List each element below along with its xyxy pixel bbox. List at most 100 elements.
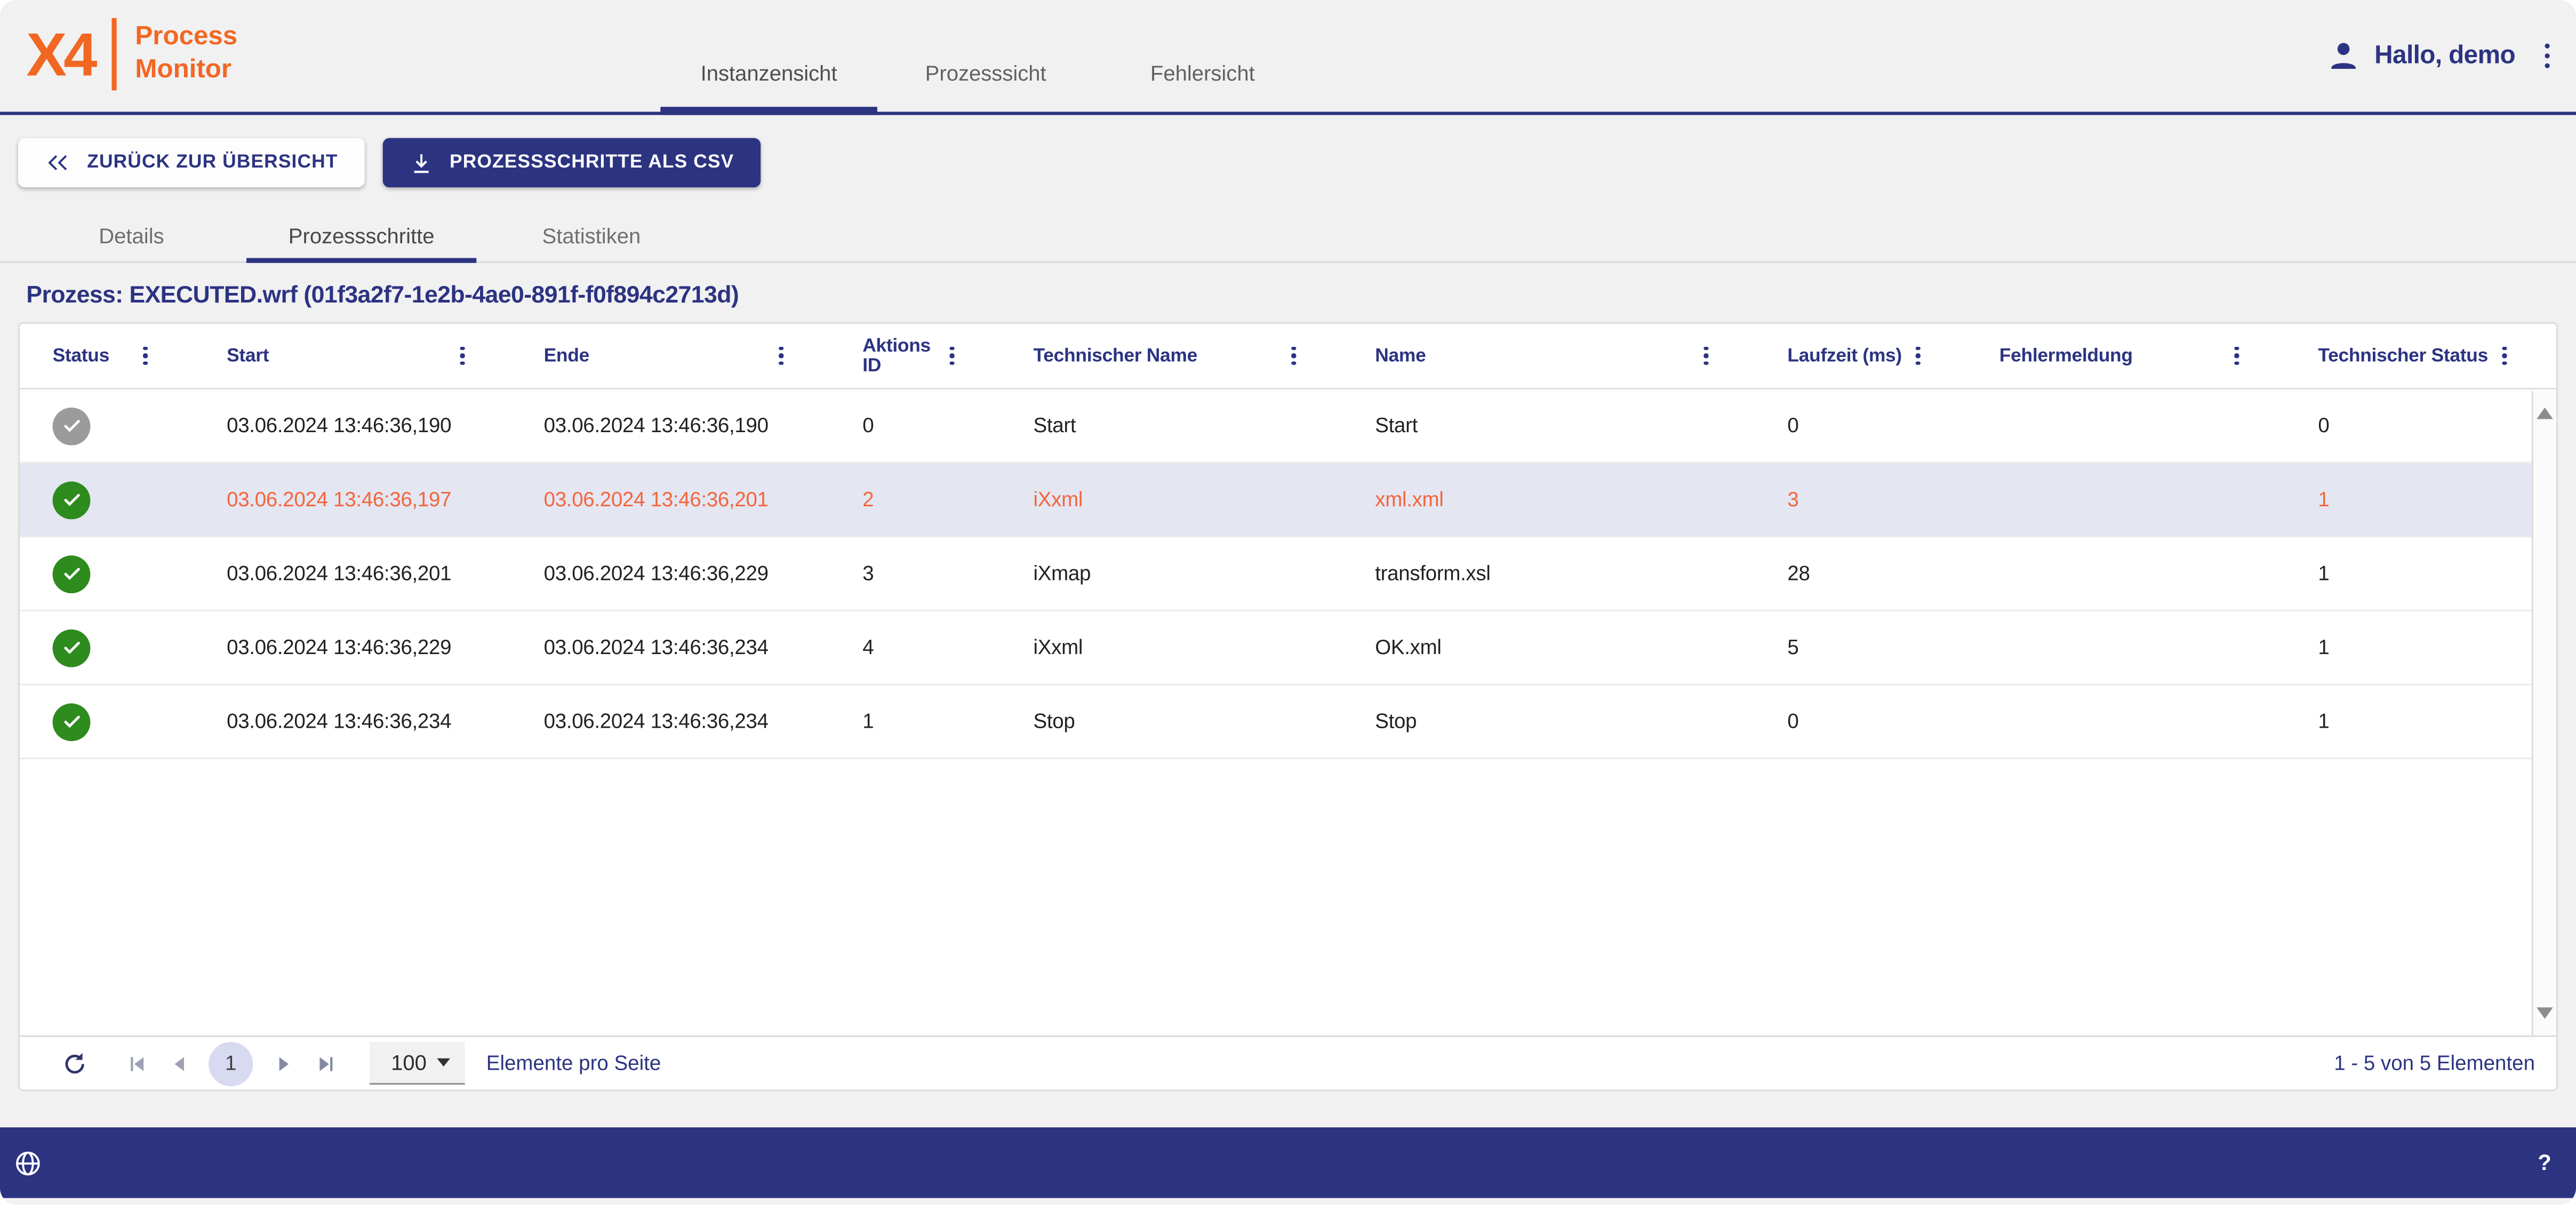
table-cell-start: 03.06.2024 13:46:36,197 <box>227 488 544 511</box>
table-cell-laufzeit_ms: 0 <box>1787 710 1999 733</box>
table-cell-laufzeit_ms: 3 <box>1787 488 1999 511</box>
column-header-name: Name <box>1375 324 1787 388</box>
per-page-label: Elemente pro Seite <box>486 1052 661 1074</box>
csv-button-label: PROZESSSCHRITTE ALS CSV <box>450 153 734 172</box>
process-title: Prozess: EXECUTED.wrf (01f3a2f7-1e2b-4ae… <box>26 283 2549 309</box>
person-icon <box>2327 38 2362 73</box>
table-cell-technischer_name: Start <box>1034 414 1375 437</box>
scroll-down-icon[interactable] <box>2537 1007 2553 1019</box>
status-check-icon <box>53 628 91 666</box>
table-cell-start: 03.06.2024 13:46:36,201 <box>227 562 544 585</box>
status-cell <box>20 628 227 666</box>
logo-divider <box>112 18 117 91</box>
refresh-icon[interactable] <box>53 1042 95 1085</box>
status-cell <box>20 555 227 593</box>
last-page-icon[interactable] <box>304 1042 347 1085</box>
back-to-overview-button[interactable]: ZURÜCK ZUR ÜBERSICHT <box>18 138 364 187</box>
table-row[interactable]: 03.06.2024 13:46:36,23403.06.2024 13:46:… <box>20 686 2556 760</box>
toolbar: ZURÜCK ZUR ÜBERSICHT PROZESSSCHRITTE ALS… <box>18 138 2576 187</box>
column-menu-icon[interactable] <box>458 343 468 369</box>
download-icon <box>409 150 433 175</box>
scroll-up-icon[interactable] <box>2537 408 2553 419</box>
dropdown-arrow-icon <box>437 1058 450 1066</box>
table-cell-name: Start <box>1375 414 1787 437</box>
vertical-scrollbar[interactable] <box>2532 391 2556 1036</box>
column-menu-icon[interactable] <box>2499 343 2510 369</box>
detail-tab-bar: Details Prozessschritte Statistiken <box>0 209 2576 263</box>
user-greeting: Hallo, demo <box>2374 41 2515 70</box>
table-cell-laufzeit_ms: 0 <box>1787 414 1999 437</box>
paginator: 1 100 Elemente pro Seite 1 - 5 von 5 Ele… <box>20 1036 2556 1090</box>
subtab-details[interactable]: Details <box>17 209 246 261</box>
table-cell-ende: 03.06.2024 13:46:36,229 <box>544 562 863 585</box>
double-chevron-left-icon <box>44 149 70 176</box>
x4-logo-mark: X4 <box>26 24 94 85</box>
column-label: Ende <box>544 346 589 365</box>
column-menu-icon[interactable] <box>1701 343 1711 369</box>
table-row[interactable]: 03.06.2024 13:46:36,19003.06.2024 13:46:… <box>20 389 2556 464</box>
table-cell-technischer_name: iXmap <box>1034 562 1375 585</box>
product-name: Process Monitor <box>135 21 237 87</box>
table-cell-laufzeit_ms: 28 <box>1787 562 1999 585</box>
table-row[interactable]: 03.06.2024 13:46:36,20103.06.2024 13:46:… <box>20 537 2556 611</box>
table-cell-name: xml.xml <box>1375 488 1787 511</box>
table-cell-ende: 03.06.2024 13:46:36,234 <box>544 710 863 733</box>
tab-prozesssicht[interactable]: Prozesssicht <box>877 35 1094 112</box>
table-cell-technischer_status: 1 <box>2318 488 2556 511</box>
status-check-icon <box>53 703 91 741</box>
subtab-prozessschritte[interactable]: Prozessschritte <box>246 209 476 261</box>
table-cell-name: OK.xml <box>1375 636 1787 659</box>
table-cell-technischer_status: 1 <box>2318 636 2556 659</box>
column-menu-icon[interactable] <box>947 343 958 369</box>
subtab-statistiken[interactable]: Statistiken <box>476 209 706 261</box>
range-label: 1 - 5 von 5 Elementen <box>2334 1052 2535 1074</box>
table-cell-name: Stop <box>1375 710 1787 733</box>
tab-fehlersicht[interactable]: Fehlersicht <box>1094 35 1311 112</box>
user-area: Hallo, demo <box>2327 38 2553 73</box>
table-cell-aktions_id: 1 <box>862 710 1033 733</box>
user-menu-icon[interactable] <box>2541 41 2553 71</box>
table-cell-name: transform.xsl <box>1375 562 1787 585</box>
table-cell-technischer_status: 1 <box>2318 562 2556 585</box>
column-header-status: Status <box>20 324 227 388</box>
table-cell-technischer_status: 0 <box>2318 414 2556 437</box>
column-label: Name <box>1375 346 1426 365</box>
column-label: Technischer Name <box>1034 346 1197 365</box>
subtab-label: Details <box>99 222 164 247</box>
column-header-technischer-name: Technischer Name <box>1034 324 1375 388</box>
column-menu-icon[interactable] <box>776 343 787 369</box>
column-label: Fehlermeldung <box>1999 346 2133 365</box>
table-cell-aktions_id: 2 <box>862 488 1033 511</box>
table-row[interactable]: 03.06.2024 13:46:36,22903.06.2024 13:46:… <box>20 611 2556 686</box>
tab-label: Instanzensicht <box>701 61 837 85</box>
first-page-icon[interactable] <box>115 1042 158 1085</box>
table-cell-start: 03.06.2024 13:46:36,190 <box>227 414 544 437</box>
status-check-icon <box>53 407 91 444</box>
globe-icon[interactable] <box>13 1148 43 1177</box>
column-menu-icon[interactable] <box>1289 343 1299 369</box>
column-menu-icon[interactable] <box>2231 343 2242 369</box>
status-cell <box>20 481 227 519</box>
next-page-icon[interactable] <box>261 1042 304 1085</box>
column-header-aktions-id: Aktions ID <box>862 324 1033 388</box>
previous-page-icon[interactable] <box>158 1042 201 1085</box>
export-csv-button[interactable]: PROZESSSCHRITTE ALS CSV <box>382 138 761 187</box>
subtab-label: Prozessschritte <box>289 222 435 247</box>
table-cell-ende: 03.06.2024 13:46:36,201 <box>544 488 863 511</box>
page-size-select[interactable]: 100 <box>370 1042 465 1085</box>
table-cell-technischer_name: Stop <box>1034 710 1375 733</box>
process-steps-table: StatusStartEndeAktions IDTechnischer Nam… <box>18 322 2558 1092</box>
product-name-line1: Process <box>135 23 237 51</box>
column-menu-icon[interactable] <box>1913 343 1924 369</box>
column-menu-icon[interactable] <box>140 343 151 369</box>
page-size-value: 100 <box>391 1050 427 1074</box>
column-label: Start <box>227 346 269 365</box>
column-header-technischer-status: Technischer Status <box>2318 324 2556 388</box>
subtab-label: Statistiken <box>542 222 641 247</box>
help-button[interactable]: ? <box>2538 1150 2551 1175</box>
app-header: X4 Process Monitor Instanzensicht Prozes… <box>0 0 2576 115</box>
current-page-button[interactable]: 1 <box>209 1041 253 1085</box>
process-monitor-app: X4 Process Monitor Instanzensicht Prozes… <box>0 0 2576 1205</box>
table-row[interactable]: 03.06.2024 13:46:36,19703.06.2024 13:46:… <box>20 464 2556 538</box>
tab-instanzensicht[interactable]: Instanzensicht <box>660 35 877 112</box>
